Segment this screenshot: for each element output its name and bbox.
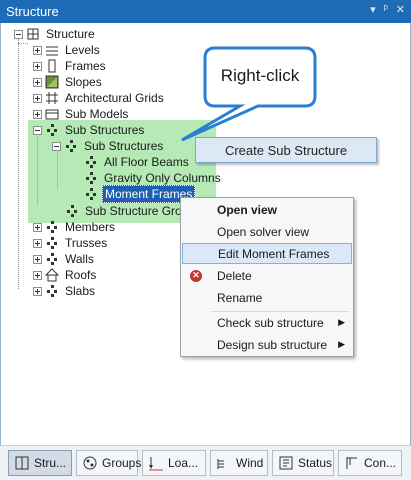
frames-icon	[45, 59, 59, 73]
create-sub-structure-button[interactable]: Create Sub Structure	[195, 137, 377, 163]
sub-structure-icon	[84, 171, 98, 185]
tab-status[interactable]: Status	[272, 450, 334, 476]
context-menu: Open view Open solver view Edit Moment F…	[180, 197, 354, 357]
con-icon	[344, 455, 360, 471]
submenu-arrow-icon: ▶	[338, 339, 345, 349]
tree-label: Walls	[65, 252, 94, 266]
sub-structure-icon	[45, 252, 59, 266]
tree-node-trusses[interactable]: Trusses	[33, 235, 109, 251]
panel-titlebar: Structure ▾ ᵖ ✕	[0, 0, 411, 23]
panel-title: Structure	[6, 4, 59, 19]
tree-label: Architectural Grids	[65, 91, 164, 105]
tree-node-all-floor-beams[interactable]: All Floor Beams	[84, 154, 191, 170]
tree-node-walls[interactable]: Walls	[33, 251, 96, 267]
tree-label: Trusses	[65, 236, 108, 250]
tree-label: Levels	[65, 43, 100, 57]
tree-node-frames[interactable]: Frames	[33, 58, 108, 74]
grid-icon	[45, 91, 59, 105]
tree-node-sub-structures-child[interactable]: Sub Structures	[52, 138, 165, 154]
callout-bubble: Right-click	[205, 44, 315, 118]
collapse-toggle[interactable]	[52, 141, 61, 151]
dropdown-icon[interactable]: ▾	[370, 3, 376, 16]
tree-label: Roofs	[65, 268, 97, 282]
menu-item-design-sub-structure[interactable]: Design sub structure ▶	[181, 334, 353, 355]
sub-structure-icon	[45, 236, 59, 250]
tree-label: All Floor Beams	[104, 155, 189, 169]
tree-label: Structure	[46, 27, 95, 41]
tree-label: Sub Structures	[84, 139, 164, 153]
menu-item-delete[interactable]: ✕ Delete	[181, 265, 353, 286]
tab-loads[interactable]: Loa...	[142, 450, 206, 476]
tree-label: Slopes	[65, 75, 102, 89]
tree-node-architectural-grids[interactable]: Architectural Grids	[33, 90, 166, 106]
sub-structure-icon	[45, 220, 59, 234]
collapse-toggle[interactable]	[14, 29, 23, 39]
tree-label: Sub Models	[65, 107, 129, 121]
sub-structure-icon	[45, 123, 59, 137]
slopes-icon	[45, 75, 59, 89]
tree-label: Frames	[65, 59, 106, 73]
groups-icon	[82, 455, 98, 471]
loads-icon	[148, 455, 164, 471]
expand-toggle[interactable]	[33, 286, 42, 296]
menu-item-rename[interactable]: Rename	[181, 287, 353, 308]
menu-item-open-solver-view[interactable]: Open solver view	[181, 221, 353, 242]
callout-text: Right-click	[220, 66, 300, 85]
expand-toggle[interactable]	[33, 93, 42, 103]
sub-structure-icon	[64, 139, 78, 153]
menu-item-open-view[interactable]: Open view	[181, 199, 353, 220]
tab-wind[interactable]: Wind	[210, 450, 268, 476]
sub-structure-icon	[84, 187, 98, 201]
wind-icon	[216, 455, 232, 471]
tree-label: Sub Structure Grou	[85, 204, 189, 218]
expand-toggle[interactable]	[33, 109, 42, 119]
tree-node-moment-frames[interactable]: Moment Frames	[84, 185, 196, 203]
sub-structure-icon	[65, 204, 79, 218]
structure-tab-icon	[14, 455, 30, 471]
tree-label: Members	[65, 220, 116, 234]
tree-node-roofs[interactable]: Roofs	[33, 267, 98, 283]
expand-toggle[interactable]	[33, 254, 42, 264]
bottom-tab-bar: Stru... Groups Loa... Wind Status Con...	[0, 445, 411, 480]
roof-icon	[45, 268, 59, 282]
menu-item-edit-moment-frames[interactable]: Edit Moment Frames	[182, 243, 352, 264]
tree-node-gravity-only-columns[interactable]: Gravity Only Columns	[84, 170, 223, 186]
expand-toggle[interactable]	[33, 270, 42, 280]
collapse-toggle[interactable]	[33, 125, 42, 135]
sub-structure-icon	[84, 155, 98, 169]
structure-icon	[26, 27, 40, 41]
tree-node-structure[interactable]: Structure	[14, 26, 97, 42]
tree-node-slabs[interactable]: Slabs	[33, 283, 97, 299]
tree-label: Slabs	[65, 284, 96, 298]
submenu-arrow-icon: ▶	[338, 317, 345, 327]
tree-node-sub-models[interactable]: Sub Models	[33, 106, 130, 122]
tab-con[interactable]: Con...	[338, 450, 402, 476]
tree-node-slopes[interactable]: Slopes	[33, 74, 104, 90]
expand-toggle[interactable]	[33, 222, 42, 232]
tree-label: Gravity Only Columns	[104, 171, 221, 185]
sub-models-icon	[45, 107, 59, 121]
tree-node-sub-structure-groups[interactable]: Sub Structure Grou	[65, 203, 190, 219]
expand-toggle[interactable]	[33, 45, 42, 55]
close-icon[interactable]: ✕	[396, 3, 405, 16]
tree-node-sub-structures[interactable]: Sub Structures	[33, 122, 146, 138]
expand-toggle[interactable]	[33, 238, 42, 248]
sub-structure-icon	[45, 284, 59, 298]
pin-icon[interactable]: ᵖ	[384, 3, 388, 16]
status-icon	[278, 455, 294, 471]
expand-toggle[interactable]	[33, 77, 42, 87]
tree-node-members[interactable]: Members	[33, 219, 117, 235]
delete-icon: ✕	[190, 269, 202, 282]
tree-label: Sub Structures	[65, 123, 145, 137]
expand-toggle[interactable]	[33, 61, 42, 71]
tab-groups[interactable]: Groups	[76, 450, 141, 476]
levels-icon	[45, 43, 59, 57]
menu-item-check-sub-structure[interactable]: Check sub structure ▶	[181, 312, 353, 333]
tab-structure[interactable]: Stru...	[8, 450, 72, 476]
tree-node-levels[interactable]: Levels	[33, 42, 102, 58]
